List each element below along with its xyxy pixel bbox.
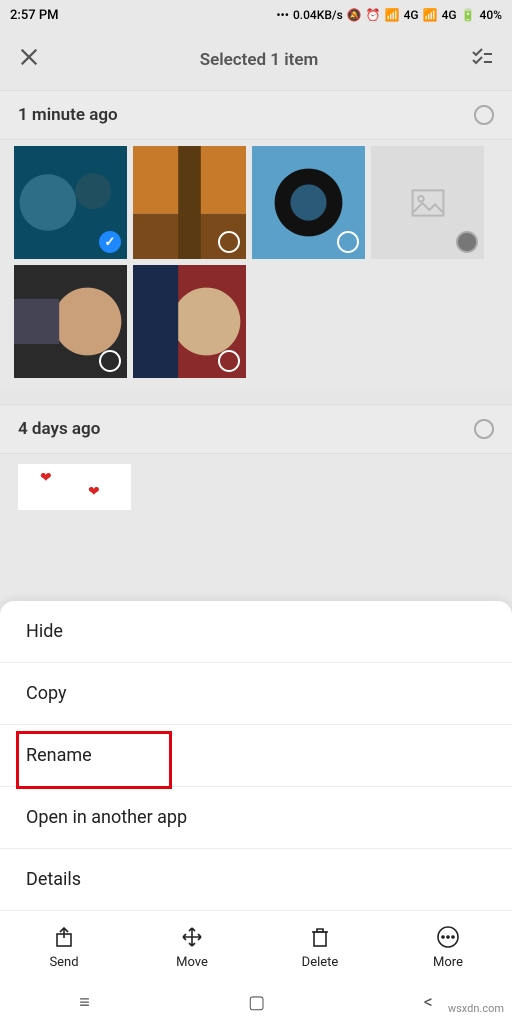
section-title: 1 minute ago <box>18 105 474 125</box>
move-button[interactable]: Move <box>157 925 227 970</box>
more-icon <box>436 925 460 949</box>
thumbnail-3[interactable] <box>252 146 365 259</box>
thumbnail-7[interactable]: ❤ ❤ <box>18 464 131 510</box>
menu-hide[interactable]: Hide <box>0 601 512 663</box>
alarm-icon: ⏰ <box>366 8 381 22</box>
delete-label: Delete <box>302 955 339 970</box>
thumbnail-1[interactable] <box>14 146 127 259</box>
select-circle[interactable] <box>218 231 240 253</box>
select-circle[interactable] <box>337 231 359 253</box>
select-circle[interactable] <box>99 350 121 372</box>
ellipsis-icon: ••• <box>276 8 289 22</box>
thumbnail-placeholder[interactable] <box>371 146 484 259</box>
thumbnail-6[interactable] <box>133 265 246 378</box>
section-header-1[interactable]: 1 minute ago <box>0 90 512 140</box>
status-right: ••• 0.04KB/s 🔕 ⏰ 📶 4G 📶 4G 🔋 40% <box>276 8 502 22</box>
bottom-action-bar: Send Move Delete More <box>0 911 512 980</box>
move-label: Move <box>176 955 208 970</box>
menu-rename[interactable]: Rename <box>0 725 512 787</box>
send-label: Send <box>49 955 78 970</box>
network-speed: 0.04KB/s <box>293 8 343 22</box>
recent-apps-icon[interactable]: ≡ <box>79 992 90 1013</box>
action-sheet: Hide Copy Rename Open in another app Det… <box>0 601 512 1024</box>
net-label-1: 4G <box>404 8 419 22</box>
move-icon <box>180 925 204 949</box>
section-title: 4 days ago <box>18 419 474 439</box>
signal-icon-1: 📶 <box>385 8 400 22</box>
header-title: Selected 1 item <box>48 50 470 70</box>
heart-icon: ❤ <box>88 484 100 500</box>
heart-icon: ❤ <box>40 470 52 486</box>
send-button[interactable]: Send <box>29 925 99 970</box>
watermark: wsxdn.com <box>448 1002 504 1015</box>
more-label: More <box>433 955 463 970</box>
system-nav-bar: ≡ ▢ < <box>0 980 512 1024</box>
section-select-circle[interactable] <box>474 419 494 439</box>
back-icon[interactable]: < <box>424 992 433 1013</box>
send-icon <box>52 925 76 949</box>
section-select-circle[interactable] <box>474 105 494 125</box>
trash-icon <box>308 925 332 949</box>
select-all-icon[interactable] <box>470 46 494 74</box>
section-gap <box>0 390 512 404</box>
thumbnail-row-partial: ❤ ❤ <box>0 454 512 510</box>
mute-icon: 🔕 <box>347 8 362 22</box>
close-icon[interactable] <box>18 46 48 74</box>
net-label-2: 4G <box>442 8 457 22</box>
selected-check-icon <box>99 231 121 253</box>
section-header-2[interactable]: 4 days ago <box>0 404 512 454</box>
thumbnail-5[interactable] <box>14 265 127 378</box>
battery-icon: 🔋 <box>461 8 476 22</box>
delete-button[interactable]: Delete <box>285 925 355 970</box>
status-bar: 2:57 PM ••• 0.04KB/s 🔕 ⏰ 📶 4G 📶 4G 🔋 40% <box>0 0 512 30</box>
signal-icon-2: 📶 <box>423 8 438 22</box>
home-icon[interactable]: ▢ <box>248 992 265 1013</box>
selection-header: Selected 1 item <box>0 30 512 90</box>
battery-percent: 40% <box>480 8 502 22</box>
select-circle[interactable] <box>218 350 240 372</box>
thumbnail-2[interactable] <box>133 146 246 259</box>
menu-details[interactable]: Details <box>0 849 512 911</box>
menu-copy[interactable]: Copy <box>0 663 512 725</box>
select-circle[interactable] <box>456 231 478 253</box>
menu-open-in-app[interactable]: Open in another app <box>0 787 512 849</box>
more-button[interactable]: More <box>413 925 483 970</box>
thumbnail-grid <box>0 140 512 390</box>
status-time: 2:57 PM <box>10 8 276 23</box>
